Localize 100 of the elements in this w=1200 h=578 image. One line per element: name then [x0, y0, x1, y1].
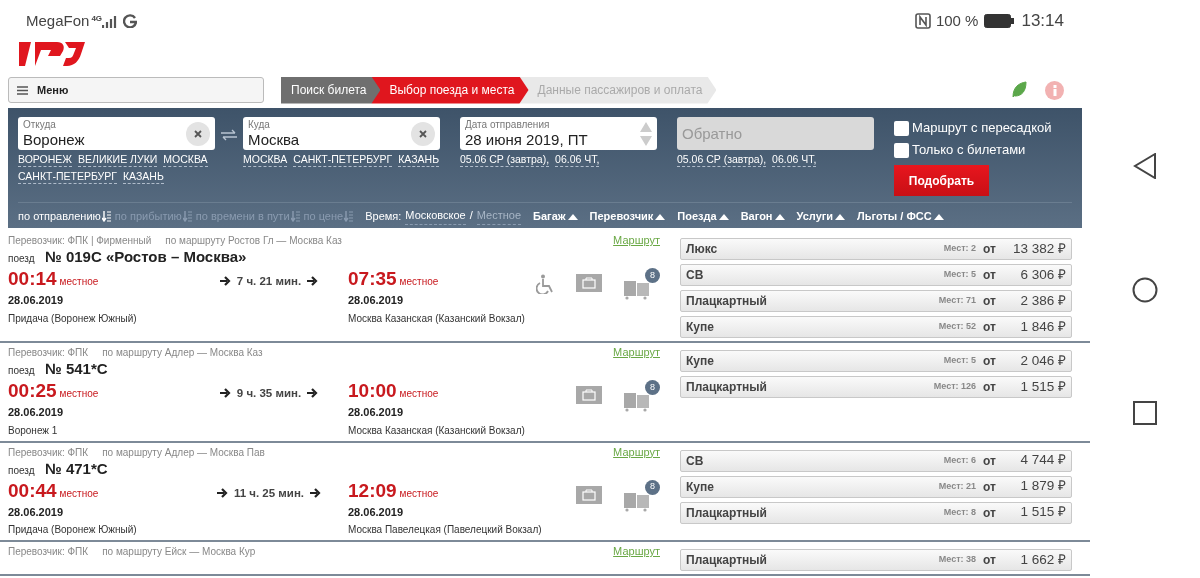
- seat-count: Мест: 52: [938, 320, 977, 334]
- carrier-name: MegaFon: [26, 10, 90, 31]
- count-badge: 8: [645, 380, 660, 395]
- swap-icon[interactable]: [221, 129, 237, 141]
- train-prefix: поезд: [8, 252, 36, 266]
- checkbox[interactable]: [894, 120, 909, 136]
- train-car-icon: [624, 278, 650, 300]
- fare-class: Купе: [686, 478, 715, 496]
- price-prefix: от: [983, 267, 996, 284]
- back-icon[interactable]: [1133, 153, 1157, 179]
- suggestion-link[interactable]: КАЗАНЬ: [398, 152, 440, 167]
- suggestion-link[interactable]: 06.06 ЧТ,: [772, 152, 817, 167]
- suggestion-link[interactable]: МОСКВА: [243, 152, 288, 167]
- price: 1 846 ₽: [1019, 317, 1066, 336]
- time-label: Время:: [365, 208, 402, 224]
- filter-dropdown[interactable]: Вагон: [740, 207, 785, 225]
- caret-icon: [655, 212, 666, 220]
- filter-dropdown[interactable]: Багаж: [533, 207, 578, 225]
- checkbox[interactable]: [894, 142, 909, 158]
- arrow-icon: [219, 276, 231, 286]
- departure-date: 28.06.2019: [8, 293, 65, 308]
- recents-icon[interactable]: [1133, 401, 1157, 425]
- clear-icon[interactable]: [411, 121, 435, 146]
- suggestion-link[interactable]: САНКТ-ПЕТЕРБУРГ: [293, 152, 393, 167]
- sort-icon: [290, 210, 300, 222]
- caret-icon: [774, 212, 785, 220]
- fare-class: Плацкартный: [686, 293, 768, 310]
- time-note: местное: [59, 387, 99, 401]
- fare-class: СВ: [686, 452, 705, 470]
- leaf-icon[interactable]: [1011, 81, 1027, 99]
- fare-option[interactable]: Плацкартный Мест: 38 от 1 662 ₽: [680, 549, 1072, 571]
- price-prefix: от: [983, 353, 996, 370]
- arrow-icon: [307, 276, 319, 286]
- train-number: № 471*С: [45, 458, 108, 478]
- fare-option[interactable]: СВ Мест: 5 от 6 306 ₽: [680, 264, 1072, 286]
- suggestion-link[interactable]: 05.06 СР (завтра),: [677, 152, 767, 167]
- filter-dropdown[interactable]: Услуги: [796, 207, 846, 225]
- fare-option[interactable]: Плацкартный Мест: 126 от 1 515 ₽: [680, 376, 1072, 398]
- filter-dropdown[interactable]: Поезда: [677, 207, 729, 225]
- field-value: Воронеж: [23, 132, 86, 147]
- departure-date: 28.06.2019: [8, 504, 65, 520]
- seat-count: Мест: 5: [943, 354, 977, 368]
- filter-dropdown[interactable]: Льготы / ФСС: [857, 207, 944, 225]
- price-prefix: от: [983, 379, 996, 396]
- fare-option[interactable]: СВ Мест: 6 от 4 744 ₽: [680, 449, 1072, 472]
- suggestion-link[interactable]: КАЗАНЬ: [122, 169, 164, 184]
- suggestion-link[interactable]: САНКТ-ПЕТЕРБУРГ: [18, 169, 117, 184]
- carrier-info: Перевозчик: ФПК: [8, 445, 89, 459]
- caret-icon: [933, 212, 944, 220]
- step-tab[interactable]: Поиск билета: [281, 76, 381, 104]
- route-info: по маршруту Ростов Гл — Москва Каз: [165, 234, 343, 247]
- suggestion-link[interactable]: ВЕЛИКИЕ ЛУКИ: [78, 152, 158, 167]
- sort-icon: [182, 210, 192, 222]
- time-zone-option[interactable]: Московское: [405, 207, 466, 225]
- input-field[interactable]: Дата отправления 28 июня 2019, ПТ: [460, 117, 657, 150]
- field-label: Откуда: [23, 120, 57, 130]
- arrival-time: 10:00: [348, 380, 397, 402]
- suggestion-link[interactable]: ВОРОНЕЖ: [18, 152, 73, 167]
- travel-duration: 11 ч. 25 мин.: [233, 487, 305, 498]
- departure-station: Придача (Воронеж Южный): [8, 523, 138, 537]
- arrival-time: 12:09: [348, 479, 397, 502]
- caret-icon: [718, 212, 729, 220]
- sort-icon: [101, 210, 111, 222]
- home-icon[interactable]: [1132, 277, 1158, 303]
- checkbox-label: Только с билетами: [912, 141, 1026, 160]
- arrow-icon: [219, 388, 231, 398]
- step-tab[interactable]: Выбор поезда и места: [371, 76, 529, 104]
- departure-date: 28.06.2019: [8, 405, 65, 420]
- fare-class: СВ: [686, 267, 705, 284]
- seat-count: Мест: 38: [938, 553, 977, 567]
- time-note: местное: [59, 275, 99, 289]
- travel-duration: 9 ч. 35 мин.: [236, 388, 302, 398]
- clear-icon[interactable]: [186, 121, 210, 146]
- menu-button[interactable]: Меню: [8, 77, 264, 103]
- price-prefix: от: [983, 478, 996, 496]
- fare-option[interactable]: Плацкартный Мест: 8 от 1 515 ₽: [680, 501, 1072, 524]
- field-value: 28 июня 2019, ПТ: [465, 132, 589, 147]
- fare-option[interactable]: Люкс Мест: 2 от 13 382 ₽: [680, 238, 1072, 260]
- fare-option[interactable]: Купе Мест: 52 от 1 846 ₽: [680, 316, 1072, 338]
- input-field[interactable]: Откуда Воронеж: [18, 117, 215, 150]
- price-prefix: от: [983, 293, 996, 310]
- carrier-info: Перевозчик: ФПК | Фирменный: [8, 234, 152, 247]
- suggestion-link[interactable]: МОСКВА: [163, 152, 208, 167]
- sort-option[interactable]: по отправлению: [18, 207, 111, 225]
- filter-dropdown[interactable]: Перевозчик: [589, 207, 666, 225]
- search-button[interactable]: Подобрать: [894, 165, 989, 196]
- price: 6 306 ₽: [1019, 265, 1066, 284]
- suggestion-link[interactable]: 06.06 ЧТ,: [555, 152, 600, 167]
- fare-option[interactable]: Купе Мест: 5 от 2 046 ₽: [680, 350, 1072, 372]
- return-date-field[interactable]: Обратно: [677, 117, 874, 150]
- seat-count: Мест: 5: [943, 268, 977, 282]
- price-prefix: от: [983, 452, 996, 470]
- network-type: 4G: [91, 13, 103, 25]
- input-field[interactable]: Куда Москва: [243, 117, 440, 150]
- arrival-time: 07:35: [348, 268, 397, 290]
- suggestion-link[interactable]: 05.06 СР (завтра),: [460, 152, 550, 167]
- fare-option[interactable]: Купе Мест: 21 от 1 879 ₽: [680, 475, 1072, 498]
- baggage-icon: [576, 274, 602, 292]
- time-note: местное: [399, 387, 439, 401]
- fare-option[interactable]: Плацкартный Мест: 71 от 2 386 ₽: [680, 290, 1072, 312]
